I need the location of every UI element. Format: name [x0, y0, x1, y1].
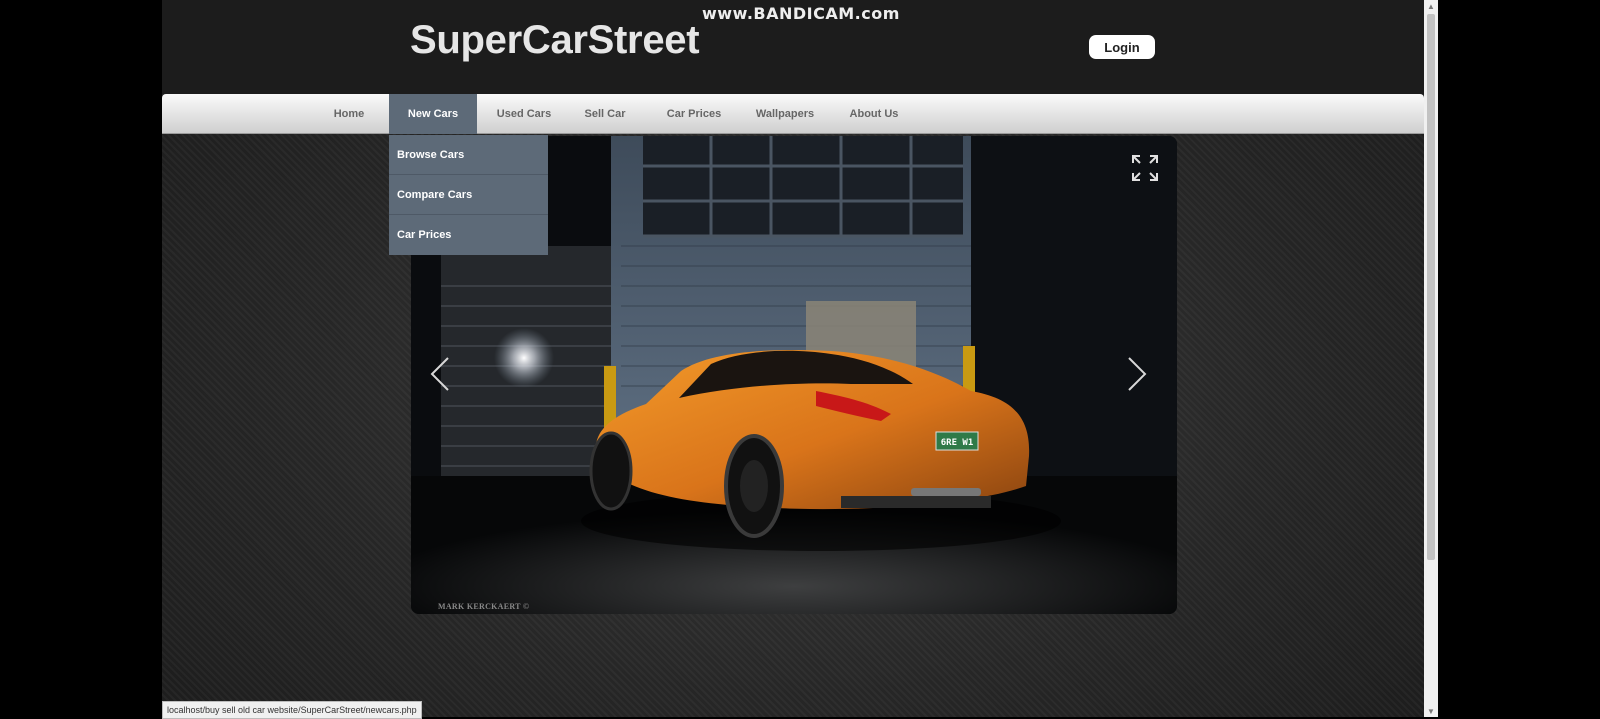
- nav-sell-car[interactable]: Sell Car: [566, 94, 644, 134]
- nav-new-cars[interactable]: New Cars: [389, 94, 477, 134]
- nav-home[interactable]: Home: [318, 94, 380, 134]
- scroll-down-arrow-icon[interactable]: ▼: [1424, 705, 1438, 717]
- login-button[interactable]: Login: [1089, 35, 1155, 59]
- page-viewport: www.BANDICAM.com SuperCarStreet Login Ho…: [162, 0, 1424, 717]
- fullscreen-icon[interactable]: [1131, 154, 1159, 182]
- slider-prev-arrow[interactable]: [426, 354, 456, 394]
- scroll-up-arrow-icon[interactable]: ▲: [1424, 0, 1438, 12]
- site-header: www.BANDICAM.com SuperCarStreet Login: [162, 0, 1424, 94]
- page-scrollbar[interactable]: ▲ ▼: [1424, 0, 1438, 717]
- dropdown-item-compare-cars[interactable]: Compare Cars: [389, 175, 548, 215]
- browser-status-url: localhost/buy sell old car website/Super…: [162, 701, 422, 719]
- new-cars-dropdown: Browse Cars Compare Cars Car Prices: [389, 135, 548, 255]
- scroll-thumb[interactable]: [1427, 14, 1435, 560]
- nav-car-prices[interactable]: Car Prices: [649, 94, 739, 134]
- chevron-left-icon: [430, 357, 449, 391]
- nav-used-cars[interactable]: Used Cars: [480, 94, 568, 134]
- site-logo[interactable]: SuperCarStreet: [410, 18, 700, 63]
- recorder-watermark: www.BANDICAM.com: [702, 4, 900, 23]
- main-navbar: Home New Cars Used Cars Sell Car Car Pri…: [162, 94, 1424, 134]
- dropdown-item-browse-cars[interactable]: Browse Cars: [389, 135, 548, 175]
- dropdown-item-car-prices[interactable]: Car Prices: [389, 215, 548, 255]
- license-plate-text: 6RE W1: [941, 438, 974, 448]
- nav-about-us[interactable]: About Us: [830, 94, 918, 134]
- chevron-right-icon: [1128, 357, 1147, 391]
- slider-next-arrow[interactable]: [1121, 354, 1151, 394]
- nav-wallpapers[interactable]: Wallpapers: [740, 94, 830, 134]
- photo-credit: MARK KERCKAERT ©: [438, 602, 530, 611]
